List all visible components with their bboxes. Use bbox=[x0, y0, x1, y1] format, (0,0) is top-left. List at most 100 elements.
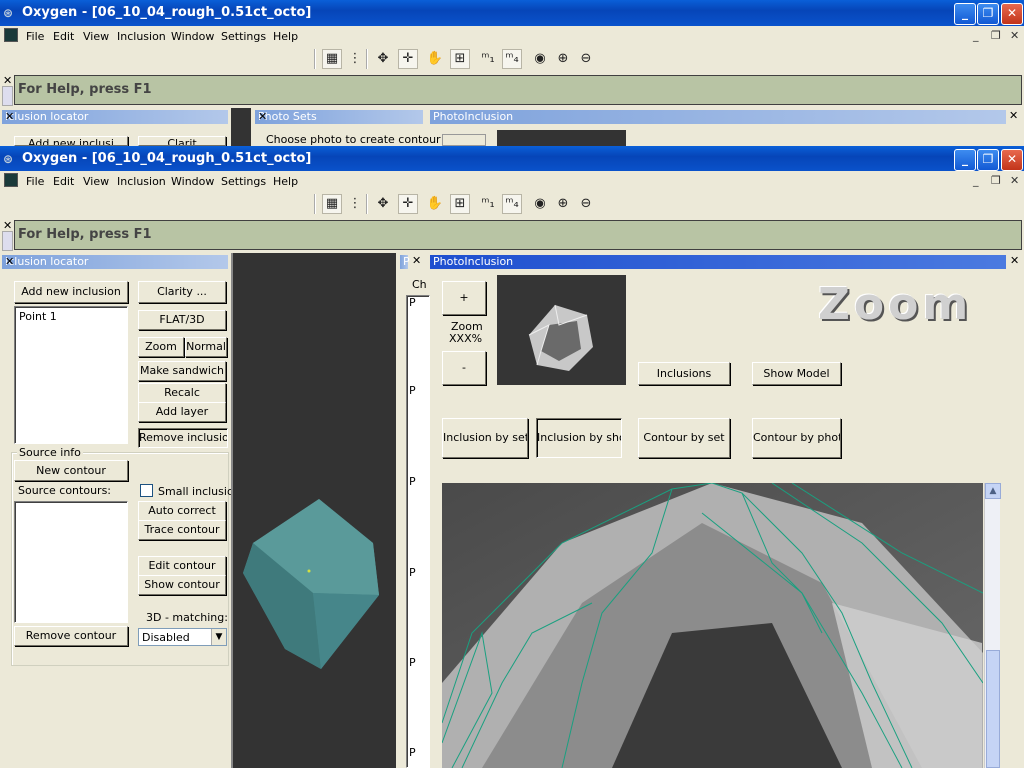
add-layer-button[interactable]: Add layer bbox=[138, 402, 226, 422]
list-item[interactable]: P bbox=[409, 475, 416, 488]
back-add-inclusion-button[interactable]: Add new inclusi bbox=[14, 136, 128, 146]
list-item[interactable]: P bbox=[409, 656, 416, 669]
zoom-button[interactable]: Zoom bbox=[138, 337, 184, 357]
move-icon[interactable]: ✥ bbox=[373, 49, 393, 69]
mdi-minimize-button[interactable]: _ bbox=[973, 174, 979, 187]
menu-edit[interactable]: Edit bbox=[53, 30, 74, 43]
inclusion-by-set-button[interactable]: Inclusion by set bbox=[442, 418, 528, 458]
m1-icon[interactable]: ᵐ₁ bbox=[478, 194, 498, 214]
contour-by-photo-button[interactable]: Contour by photo bbox=[752, 418, 841, 458]
auto-correct-button[interactable]: Auto correct bbox=[138, 501, 226, 521]
close-icon[interactable]: ✕ bbox=[412, 254, 421, 267]
back-clarity-button[interactable]: Clarit bbox=[138, 136, 226, 146]
close-icon[interactable]: ✕ bbox=[5, 255, 226, 268]
mdi-close-button[interactable]: ✕ bbox=[1010, 29, 1019, 42]
close-icon[interactable]: ✕ bbox=[258, 110, 421, 123]
menu-help[interactable]: Help bbox=[273, 175, 298, 188]
contour-by-set-button[interactable]: Contour by set bbox=[638, 418, 730, 458]
list-item[interactable]: P bbox=[409, 384, 416, 397]
m4-icon[interactable]: ᵐ₄ bbox=[502, 194, 522, 214]
trace-contour-button[interactable]: Trace contour bbox=[138, 520, 226, 540]
model-viewport[interactable] bbox=[231, 253, 396, 768]
minimize-button[interactable]: _ bbox=[954, 3, 976, 25]
menu-window[interactable]: Window bbox=[171, 30, 214, 43]
scrollbar-thumb[interactable] bbox=[986, 650, 1000, 768]
rotate-icon[interactable]: ✛ bbox=[398, 194, 418, 214]
mdi-restore-button[interactable]: ❐ bbox=[991, 174, 1001, 187]
move-icon[interactable]: ✥ bbox=[373, 194, 393, 214]
menu-edit[interactable]: Edit bbox=[53, 175, 74, 188]
small-inclusion-checkbox[interactable] bbox=[140, 484, 153, 497]
diamond-view-icon[interactable]: ◉ bbox=[530, 194, 550, 214]
edit-contour-button[interactable]: Edit contour bbox=[138, 556, 226, 576]
maximize-button[interactable]: ❐ bbox=[977, 3, 999, 25]
show-contour-button[interactable]: Show contour bbox=[138, 575, 226, 595]
clarity-button[interactable]: Clarity ... bbox=[138, 281, 226, 303]
grid-icon[interactable]: ▦ bbox=[322, 49, 342, 69]
remove-contour-button[interactable]: Remove contour bbox=[14, 626, 128, 646]
mdi-restore-button[interactable]: ❐ bbox=[991, 29, 1001, 42]
menu-file[interactable]: File bbox=[26, 175, 44, 188]
close-button[interactable]: ✕ bbox=[1001, 149, 1023, 171]
list-item[interactable]: P bbox=[409, 566, 416, 579]
zoom-in-icon[interactable]: ⊕ bbox=[553, 49, 573, 69]
vertical-dots-icon[interactable]: ⋮ bbox=[345, 49, 365, 69]
new-contour-button[interactable]: New contour bbox=[14, 460, 128, 481]
zoom-minus-button[interactable]: - bbox=[442, 351, 486, 385]
close-button[interactable]: ✕ bbox=[1001, 3, 1023, 25]
side-grip[interactable] bbox=[2, 86, 13, 106]
normal-button[interactable]: Normal bbox=[185, 337, 227, 357]
diamond-view-icon[interactable]: ◉ bbox=[530, 49, 550, 69]
m1-icon[interactable]: ᵐ₁ bbox=[478, 49, 498, 69]
photo-scrollbar[interactable]: ▲ bbox=[984, 483, 1001, 768]
projector-icon[interactable]: ⊞ bbox=[450, 49, 470, 69]
inclusions-button[interactable]: Inclusions bbox=[638, 362, 730, 385]
make-sandwich-button[interactable]: Make sandwich bbox=[138, 361, 226, 381]
show-model-button[interactable]: Show Model bbox=[752, 362, 841, 385]
inclusion-list[interactable]: Point 1 bbox=[14, 306, 128, 444]
hand-icon[interactable]: ✋ bbox=[425, 194, 445, 214]
rotate-icon[interactable]: ✛ bbox=[398, 49, 418, 69]
grid-icon[interactable]: ▦ bbox=[322, 194, 342, 214]
menu-view[interactable]: View bbox=[83, 30, 109, 43]
mdi-close-button[interactable]: ✕ bbox=[1010, 174, 1019, 187]
inclusion-by-shot-button[interactable]: Inclusion by shot bbox=[536, 418, 622, 458]
photo-sets-list[interactable]: P P P P P P bbox=[406, 295, 430, 768]
close-icon[interactable]: ✕ bbox=[1009, 109, 1018, 122]
back-zoom-plus-button[interactable] bbox=[442, 134, 486, 146]
maximize-button[interactable]: ❐ bbox=[977, 149, 999, 171]
add-new-inclusion-button[interactable]: Add new inclusion bbox=[14, 281, 128, 303]
close-icon[interactable]: ✕ bbox=[5, 110, 226, 123]
menu-settings[interactable]: Settings bbox=[221, 30, 266, 43]
list-item[interactable]: P bbox=[409, 296, 416, 309]
source-contours-list[interactable] bbox=[14, 501, 128, 623]
recalc-button[interactable]: Recalc bbox=[138, 383, 226, 403]
zoom-out-icon[interactable]: ⊖ bbox=[576, 49, 596, 69]
minimize-button[interactable]: _ bbox=[954, 149, 976, 171]
close-icon[interactable]: ✕ bbox=[1010, 254, 1019, 267]
menu-file[interactable]: File bbox=[26, 30, 44, 43]
photo-thumbnail[interactable] bbox=[497, 275, 626, 385]
menu-inclusion[interactable]: Inclusion bbox=[117, 175, 166, 188]
list-item[interactable]: P bbox=[409, 746, 416, 759]
menu-view[interactable]: View bbox=[83, 175, 109, 188]
zoom-plus-button[interactable]: + bbox=[442, 281, 486, 315]
m4-icon[interactable]: ᵐ₄ bbox=[502, 49, 522, 69]
menu-help[interactable]: Help bbox=[273, 30, 298, 43]
flat3d-button[interactable]: FLAT/3D bbox=[138, 310, 226, 330]
menu-window[interactable]: Window bbox=[171, 175, 214, 188]
scroll-up-icon[interactable]: ▲ bbox=[985, 483, 1001, 499]
projector-icon[interactable]: ⊞ bbox=[450, 194, 470, 214]
list-item[interactable]: Point 1 bbox=[19, 310, 57, 323]
inclusion-photo[interactable] bbox=[442, 483, 983, 768]
remove-inclusion-button[interactable]: Remove inclusion bbox=[138, 428, 228, 448]
zoom-in-icon[interactable]: ⊕ bbox=[553, 194, 573, 214]
mdi-minimize-button[interactable]: _ bbox=[973, 29, 979, 42]
menu-settings[interactable]: Settings bbox=[221, 175, 266, 188]
chevron-down-icon[interactable]: ▼ bbox=[211, 629, 226, 645]
menu-inclusion[interactable]: Inclusion bbox=[117, 30, 166, 43]
vertical-dots-icon[interactable]: ⋮ bbox=[345, 194, 365, 214]
zoom-out-icon[interactable]: ⊖ bbox=[576, 194, 596, 214]
hand-icon[interactable]: ✋ bbox=[425, 49, 445, 69]
side-grip[interactable] bbox=[2, 231, 13, 251]
